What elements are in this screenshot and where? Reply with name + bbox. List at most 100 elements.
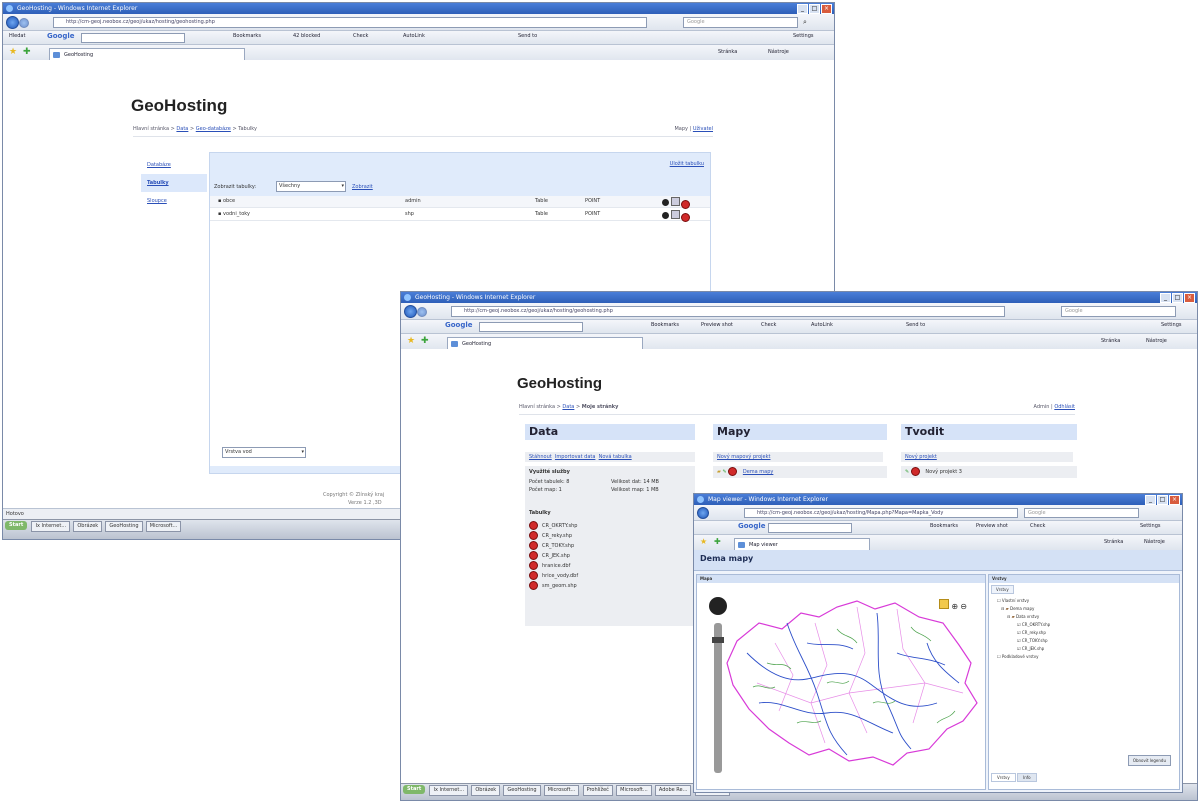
edit-icon[interactable]: ✎ — [722, 469, 726, 475]
list-item[interactable]: hrice_vody.dbf — [529, 571, 578, 581]
settings-button[interactable]: Settings — [1140, 521, 1161, 531]
send-to-button[interactable]: Send to — [906, 320, 925, 330]
delete-icon[interactable] — [681, 213, 691, 222]
tab-map-viewer[interactable]: Map viewer — [734, 538, 870, 550]
favorites-star-icon[interactable]: ★ — [700, 537, 707, 546]
search-input[interactable]: Google — [1061, 306, 1176, 317]
layer-item[interactable]: ☑ CR_TOKY.shp — [997, 637, 1050, 645]
user-link[interactable]: Uživatel — [693, 126, 713, 132]
sidebar-item-tabulky[interactable]: Tabulky — [141, 174, 207, 192]
layer-item[interactable]: ☐ Podkladové vrstvy — [997, 653, 1050, 661]
checkbox-icon[interactable]: ☑ — [1017, 646, 1021, 651]
layer-item[interactable]: ⊟ ▰ Dema mapy — [997, 605, 1050, 613]
start-button[interactable]: Start — [403, 785, 426, 794]
zoom-in-icon[interactable]: ⊕ — [951, 602, 958, 611]
import-data-link[interactable]: Importovat data — [555, 454, 596, 460]
taskbar-item[interactable]: Prohlížeč — [582, 785, 613, 796]
tools-menu[interactable]: Nástroje — [1144, 537, 1165, 547]
bookmarks-button[interactable]: Bookmarks — [233, 31, 261, 41]
edit-icon[interactable] — [670, 197, 680, 206]
autolink-button[interactable]: AutoLink — [403, 31, 425, 41]
zoom-slider[interactable] — [714, 623, 722, 773]
admin-link[interactable]: Admin — [1034, 404, 1050, 410]
favorites-star-icon[interactable]: ★ — [9, 47, 17, 57]
taskbar-item[interactable]: Ix Internet... — [429, 785, 469, 796]
send-to-button[interactable]: Send to — [518, 31, 537, 41]
address-input[interactable]: http://cm-geoj.neobox.cz/geoj/ukaz/hosti… — [451, 306, 1005, 317]
project-item[interactable]: Nový projekt 3 — [925, 469, 962, 475]
breadcrumb-geodatabase[interactable]: Geo-databáze — [196, 126, 231, 132]
new-table-link[interactable]: Nová tabulka — [599, 454, 632, 460]
filter-select[interactable]: Všechny ▾ — [276, 181, 346, 192]
window-titlebar[interactable]: Map viewer - Windows Internet Explorer _… — [694, 494, 1182, 505]
settings-button[interactable]: Settings — [793, 31, 814, 41]
layer-item[interactable]: ⊟ ▰ Data vrstvy — [997, 613, 1050, 621]
delete-icon[interactable] — [529, 541, 538, 550]
delete-icon[interactable] — [681, 200, 691, 209]
delete-icon[interactable] — [728, 467, 738, 476]
taskbar-item[interactable]: GeoHosting — [105, 521, 143, 532]
address-input[interactable]: http://cm-geoj.neobox.cz/geoj/ukaz/hosti… — [744, 508, 1018, 518]
list-item[interactable]: CR_JEK.shp — [529, 551, 578, 561]
delete-icon[interactable] — [529, 581, 538, 590]
layer-item[interactable]: ☑ CR_OKRTY.shp — [997, 621, 1050, 629]
select-tool-icon[interactable] — [939, 599, 950, 609]
address-input[interactable]: http://cm-geoj.neobox.cz/geoj/ukaz/hosti… — [53, 17, 647, 28]
table-row[interactable]: ▪ obce admin Table POINT — [210, 196, 710, 209]
list-item[interactable]: CR_TOKY.shp — [529, 541, 578, 551]
maps-link[interactable]: Mapy — [674, 126, 688, 132]
breadcrumb-data[interactable]: Data — [562, 404, 574, 410]
breadcrumb-data[interactable]: Data — [176, 126, 188, 132]
tools-menu[interactable]: Nástroje — [1146, 336, 1167, 346]
taskbar-item[interactable]: Ix Internet... — [31, 521, 71, 532]
start-button[interactable]: Start — [5, 521, 28, 530]
download-link[interactable]: Stáhnout — [529, 454, 552, 460]
list-item[interactable]: CR_reky.shp — [529, 531, 578, 541]
new-map-link[interactable]: Nový mapový projekt — [717, 454, 770, 460]
page-menu[interactable]: Stránka — [1101, 336, 1120, 346]
taskbar-item[interactable]: Microsoft... — [616, 785, 652, 796]
list-item[interactable]: sm_geom.shp — [529, 581, 578, 591]
search-input[interactable]: Google — [683, 17, 798, 28]
back-button[interactable] — [697, 507, 709, 519]
save-table-link[interactable]: Uložit tabulku — [670, 161, 704, 167]
window-titlebar[interactable]: GeoHosting - Windows Internet Explorer _… — [3, 3, 834, 14]
sidebar-item-databaze[interactable]: Databáze — [141, 156, 207, 174]
layer-item[interactable]: ☑ CR_JEK.shp — [997, 645, 1050, 653]
taskbar-item[interactable]: Microsoft... — [543, 785, 580, 796]
window-titlebar[interactable]: GeoHosting - Windows Internet Explorer _… — [401, 292, 1197, 303]
tab-layers[interactable]: Vrstvy — [991, 773, 1016, 782]
delete-icon[interactable] — [529, 531, 538, 540]
check-button[interactable]: Check — [761, 320, 776, 330]
zoom-out-icon[interactable]: ⊖ — [960, 602, 967, 611]
google-search-input[interactable] — [479, 322, 583, 332]
breadcrumb-home[interactable]: Hlavní stránka — [519, 404, 555, 410]
search-icon[interactable]: ⌕ — [803, 18, 807, 27]
settings-button[interactable]: Settings — [1161, 320, 1182, 330]
maximize-button[interactable]: □ — [1172, 293, 1183, 303]
layer-item[interactable]: ☐ Vlastní vrstvy — [997, 597, 1050, 605]
list-item[interactable]: hranice.dbf — [529, 561, 578, 571]
minimize-button[interactable]: _ — [1145, 495, 1156, 505]
page-menu[interactable]: Stránka — [718, 47, 737, 57]
search-input[interactable]: Google — [1024, 508, 1139, 518]
page-menu[interactable]: Stránka — [1104, 537, 1123, 547]
logout-link[interactable]: Odhlásit — [1054, 404, 1075, 410]
add-favorites-icon[interactable]: ✚ — [714, 537, 721, 546]
filter-button[interactable]: Zobrazit — [352, 184, 373, 190]
bookmarks-button[interactable]: Bookmarks — [930, 521, 958, 531]
edit-icon[interactable]: ✎ — [905, 469, 909, 475]
preview-button[interactable]: Preview shot — [701, 320, 733, 330]
list-item[interactable]: CR_OKRTY.shp — [529, 521, 578, 531]
delete-icon[interactable] — [910, 467, 920, 476]
map-canvas[interactable] — [697, 583, 985, 789]
google-search-input[interactable] — [81, 33, 185, 43]
sidebar-item-sloupce[interactable]: Sloupce — [141, 192, 207, 210]
favorites-star-icon[interactable]: ★ — [407, 336, 415, 346]
taskbar-item[interactable]: Obrázek — [73, 521, 103, 532]
delete-icon[interactable] — [529, 551, 538, 560]
edit-icon[interactable] — [670, 210, 680, 219]
close-button[interactable]: × — [1184, 293, 1195, 303]
forward-button[interactable] — [417, 307, 427, 317]
map-navigation-control[interactable] — [709, 597, 727, 615]
